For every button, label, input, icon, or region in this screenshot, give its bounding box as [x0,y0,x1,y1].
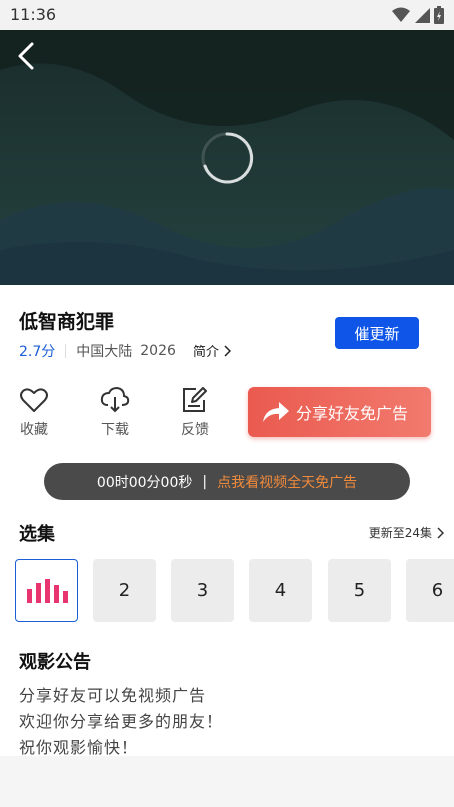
intro-link[interactable]: 简介 [193,341,232,360]
urge-update-button[interactable]: 催更新 [335,317,419,349]
meta-divider [65,344,67,358]
share-arrow-icon [263,402,289,422]
edit-feedback-icon [183,387,207,412]
playing-bars-icon [26,578,68,603]
share-label: 分享好友免广告 [296,404,409,423]
video-player[interactable] [0,30,454,285]
watch-video-link[interactable]: 点我看视频全天免广告 [217,472,357,492]
favorite-label: 收藏 [20,422,48,438]
download-label: 下载 [101,422,129,438]
notice-title: 观影公告 [19,652,91,673]
favorite-button[interactable]: 收藏 [9,387,59,439]
chevron-right-icon [437,526,444,539]
notice-line: 欢迎你分享给更多的朋友！ [19,712,224,731]
wifi-icon [392,7,410,22]
ad-free-timer-bar[interactable]: 00时00分00秒 | 点我看视频全天免广告 [44,463,410,500]
timer-separator: | [202,473,208,490]
intro-label: 简介 [193,345,220,360]
update-info-label: 更新至24集 [368,526,432,540]
status-icons [392,6,444,24]
loading-spinner-icon [201,132,254,184]
episode-item-1[interactable] [15,559,78,622]
episode-list: 2 3 4 5 6 [15,558,454,622]
episode-item-5[interactable]: 5 [328,559,391,622]
status-time: 11:36 [10,5,57,24]
share-button[interactable]: 分享好友免广告 [248,387,431,437]
video-meta: 2.7分 中国大陆 2026 [19,341,176,361]
episodes-title: 选集 [19,524,55,545]
notice-body: 分享好友可以免视频广告 欢迎你分享给更多的朋友！ 祝你观影愉快！ [19,683,223,761]
video-info-panel: 低智商犯罪 2.7分 中国大陆 2026 简介 催更新 收藏 下载 反馈 分享好… [0,285,454,757]
episode-item-3[interactable]: 3 [171,559,234,622]
update-info-link[interactable]: 更新至24集 [369,524,444,541]
episode-item-4[interactable]: 4 [249,559,312,622]
download-button[interactable]: 下载 [90,387,140,439]
status-bar: 11:36 [0,0,454,30]
video-score: 2.7分 [19,344,56,360]
timer-time: 00时00分00秒 [96,474,193,491]
feedback-label: 反馈 [181,422,209,438]
back-icon[interactable] [12,40,42,72]
video-title: 低智商犯罪 [19,311,115,333]
feedback-button[interactable]: 反馈 [170,387,220,439]
notice-line: 分享好友可以免视频广告 [19,686,207,705]
episode-item-6[interactable]: 6 [406,559,454,622]
chevron-right-icon [224,344,232,357]
episode-item-2[interactable]: 2 [93,559,156,622]
heart-icon [20,388,48,412]
cloud-download-icon [100,387,130,413]
signal-icon [415,8,430,23]
video-region: 中国大陆 [76,344,133,360]
video-year: 2026 [140,343,176,359]
notice-line: 祝你观影愉快！ [19,738,139,757]
battery-icon [434,6,444,24]
